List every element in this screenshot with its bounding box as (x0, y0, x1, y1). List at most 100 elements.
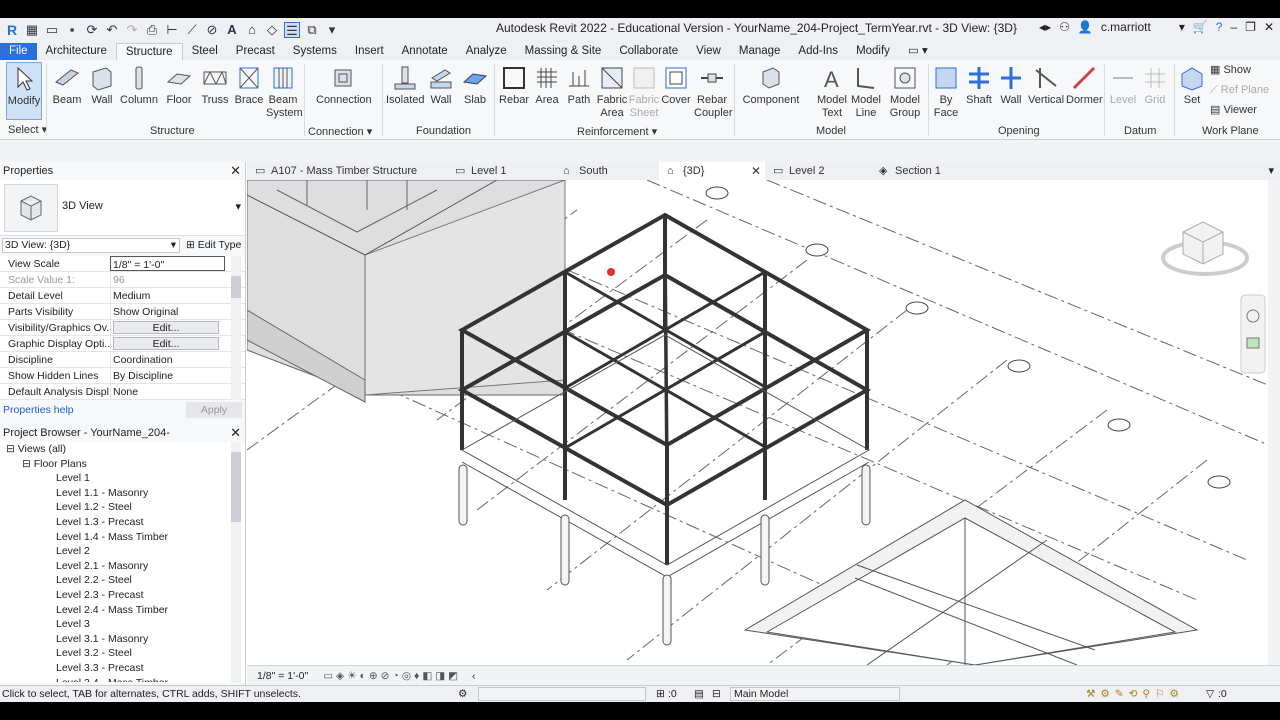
fabric-sheet-button[interactable]: Fabric Sheet (628, 62, 660, 120)
model-canvas[interactable] (246, 179, 1280, 666)
prop-value[interactable]: Coordination (110, 352, 225, 367)
prop-row[interactable]: Discipline Coordination (0, 352, 245, 368)
close-browser-icon[interactable]: ✕ (230, 424, 241, 442)
tab-add-ins[interactable]: Add-Ins (789, 43, 847, 60)
tree-floor-plans[interactable]: ⊟ Floor Plans (0, 457, 245, 472)
tab-precast[interactable]: Precast (227, 43, 284, 60)
browser-scrollbar[interactable] (231, 442, 241, 682)
isolated-foundation-button[interactable]: Isolated (386, 62, 425, 107)
prop-value[interactable]: Show Original (110, 304, 225, 319)
cart-icon[interactable]: 🛒 (1193, 20, 1208, 34)
properties-help-link[interactable]: Properties help (3, 404, 74, 416)
tab-massing-site[interactable]: Massing & Site (516, 43, 611, 60)
floor-button[interactable]: Floor (164, 62, 194, 107)
tree-level-item[interactable]: Level 2.1 - Masonry (0, 559, 245, 574)
minimize-icon[interactable]: – (1230, 20, 1237, 34)
tab-level-1[interactable]: ▭ Level 1 (447, 162, 555, 180)
tab-3d-view[interactable]: ⌂ {3D} ✕ (659, 162, 765, 180)
tab-analyze[interactable]: Analyze (457, 43, 516, 60)
tree-level-item[interactable]: Level 1.1 - Masonry (0, 486, 245, 501)
ribbon-display-toggle[interactable]: ▭ ▾ (899, 43, 937, 60)
collapse-toggle-icon[interactable]: ⊟ (6, 443, 18, 455)
prop-row[interactable]: Default Analysis Displ... None (0, 384, 245, 400)
view-scale-input[interactable]: 1/8" = 1'-0" (110, 256, 225, 271)
tabs-menu-icon[interactable]: ▾ (1268, 164, 1274, 177)
tab-insert[interactable]: Insert (346, 43, 393, 60)
show-button[interactable]: ▦ Show (1210, 64, 1276, 77)
prop-row[interactable]: Parts Visibility Show Original (0, 304, 245, 320)
vg-edit-button[interactable]: Edit... (113, 321, 219, 334)
component-button[interactable]: Component (742, 62, 800, 107)
model-line-button[interactable]: Model Line (850, 62, 882, 120)
filter-icon[interactable]: ▽ (1206, 686, 1214, 702)
tab-structure[interactable]: Structure (115, 43, 183, 60)
prop-row[interactable]: View Scale 1/8" = 1'-0" (0, 256, 245, 272)
collapse-toggle-icon[interactable]: ⊟ (22, 458, 34, 470)
view-selector[interactable]: 3D View: {3D} ▾ (2, 238, 180, 253)
section-icon[interactable]: ◇ (264, 22, 280, 38)
tree-level-item[interactable]: Level 1 (0, 471, 245, 486)
tree-level-item[interactable]: Level 3 (0, 617, 245, 632)
tree-level-item[interactable]: Level 2.2 - Steel (0, 573, 245, 588)
close-properties-icon[interactable]: ✕ (230, 162, 241, 180)
wall-foundation-button[interactable]: Wall (426, 62, 456, 107)
brace-button[interactable]: Brace (234, 62, 264, 107)
open-icon[interactable]: ▭ (44, 22, 60, 38)
truss-button[interactable]: Truss (200, 62, 230, 107)
home-icon[interactable]: ▦ (24, 22, 40, 38)
3d-view-icon[interactable]: ⌂ (244, 22, 260, 38)
tree-level-item[interactable]: Level 3.3 - Precast (0, 661, 245, 676)
undo-icon[interactable]: ↶ (104, 22, 120, 38)
tree-level-item[interactable]: Level 3.1 - Masonry (0, 632, 245, 647)
tab-systems[interactable]: Systems (284, 43, 346, 60)
model-text-button[interactable]: A Model Text (814, 62, 850, 120)
vertical-button[interactable]: Vertical (1028, 62, 1064, 107)
connection-button[interactable]: Connection (316, 62, 372, 107)
user-icon[interactable]: 👤 (1078, 20, 1093, 34)
tree-level-item[interactable]: Level 2.3 - Precast (0, 588, 245, 603)
switch-windows-icon[interactable]: ⧉ (304, 22, 320, 38)
tree-level-item[interactable]: Level 1.4 - Mass Timber (0, 530, 245, 545)
beam-system-button[interactable]: Beam System (266, 62, 303, 120)
design-option-icon[interactable]: ⊟ (712, 686, 721, 702)
wall-opening-button[interactable]: Wall (996, 62, 1026, 107)
customize-qat-icon[interactable]: ▾ (324, 22, 340, 38)
username[interactable]: c.marriott (1101, 20, 1171, 34)
dormer-button[interactable]: Dormer (1066, 62, 1103, 107)
prop-row[interactable]: Show Hidden Lines By Discipline (0, 368, 245, 384)
help-icon[interactable]: ? (1216, 20, 1223, 34)
prop-value[interactable]: By Discipline (110, 368, 225, 383)
tab-file[interactable]: File (0, 43, 37, 60)
view-scale-label[interactable]: 1/8" = 1'-0" (257, 670, 308, 682)
scroll-thumb[interactable] (231, 276, 241, 298)
tree-level-item[interactable]: Level 3.4 - Mass Timber (0, 676, 245, 683)
selection-toggle-icons[interactable]: ⚒⚙✎⟲⚲⚐⚙ (1086, 686, 1184, 702)
sync-icon[interactable]: ⟳ (84, 22, 100, 38)
workset-dropdown[interactable] (478, 687, 646, 701)
type-selector[interactable]: 3D View ▾ (0, 180, 245, 236)
navigation-bar[interactable] (1240, 294, 1266, 374)
set-button[interactable]: Set (1178, 62, 1206, 107)
tree-level-item[interactable]: Level 1.3 - Precast (0, 515, 245, 530)
dimension-icon[interactable]: ⟋ (184, 22, 200, 38)
tab-collaborate[interactable]: Collaborate (610, 43, 687, 60)
shaft-button[interactable]: Shaft (964, 62, 994, 107)
rebar-coupler-button[interactable]: Rebar Coupler (694, 62, 733, 120)
canvas-scrollbar[interactable] (1268, 180, 1280, 665)
grid-button[interactable]: Grid (1140, 62, 1170, 107)
close-tab-icon[interactable]: ✕ (751, 162, 761, 180)
rebar-button[interactable]: Rebar (498, 62, 530, 107)
viewer-button[interactable]: ▤ Viewer (1210, 104, 1276, 117)
model-group-button[interactable]: Model Group (886, 62, 924, 120)
print-icon[interactable]: ⎙ (144, 22, 160, 38)
slab-button[interactable]: Slab (460, 62, 490, 107)
ref-plane-button[interactable]: ⟋ Ref Plane (1210, 84, 1276, 97)
prop-value[interactable]: None (110, 384, 225, 399)
tab-modify[interactable]: Modify (847, 43, 899, 60)
tab-sheet-a107[interactable]: ▭A107 - Mass Timber Structure Floor... (247, 162, 447, 195)
design-options-icon[interactable]: ▤ (694, 686, 704, 702)
path-button[interactable]: Path (564, 62, 594, 107)
edit-type-button[interactable]: ⊞ Edit Type (186, 239, 241, 251)
tree-views-all[interactable]: ⊟ Views (all) (0, 442, 245, 457)
binoculars-icon[interactable]: ⚇ (1059, 20, 1070, 34)
